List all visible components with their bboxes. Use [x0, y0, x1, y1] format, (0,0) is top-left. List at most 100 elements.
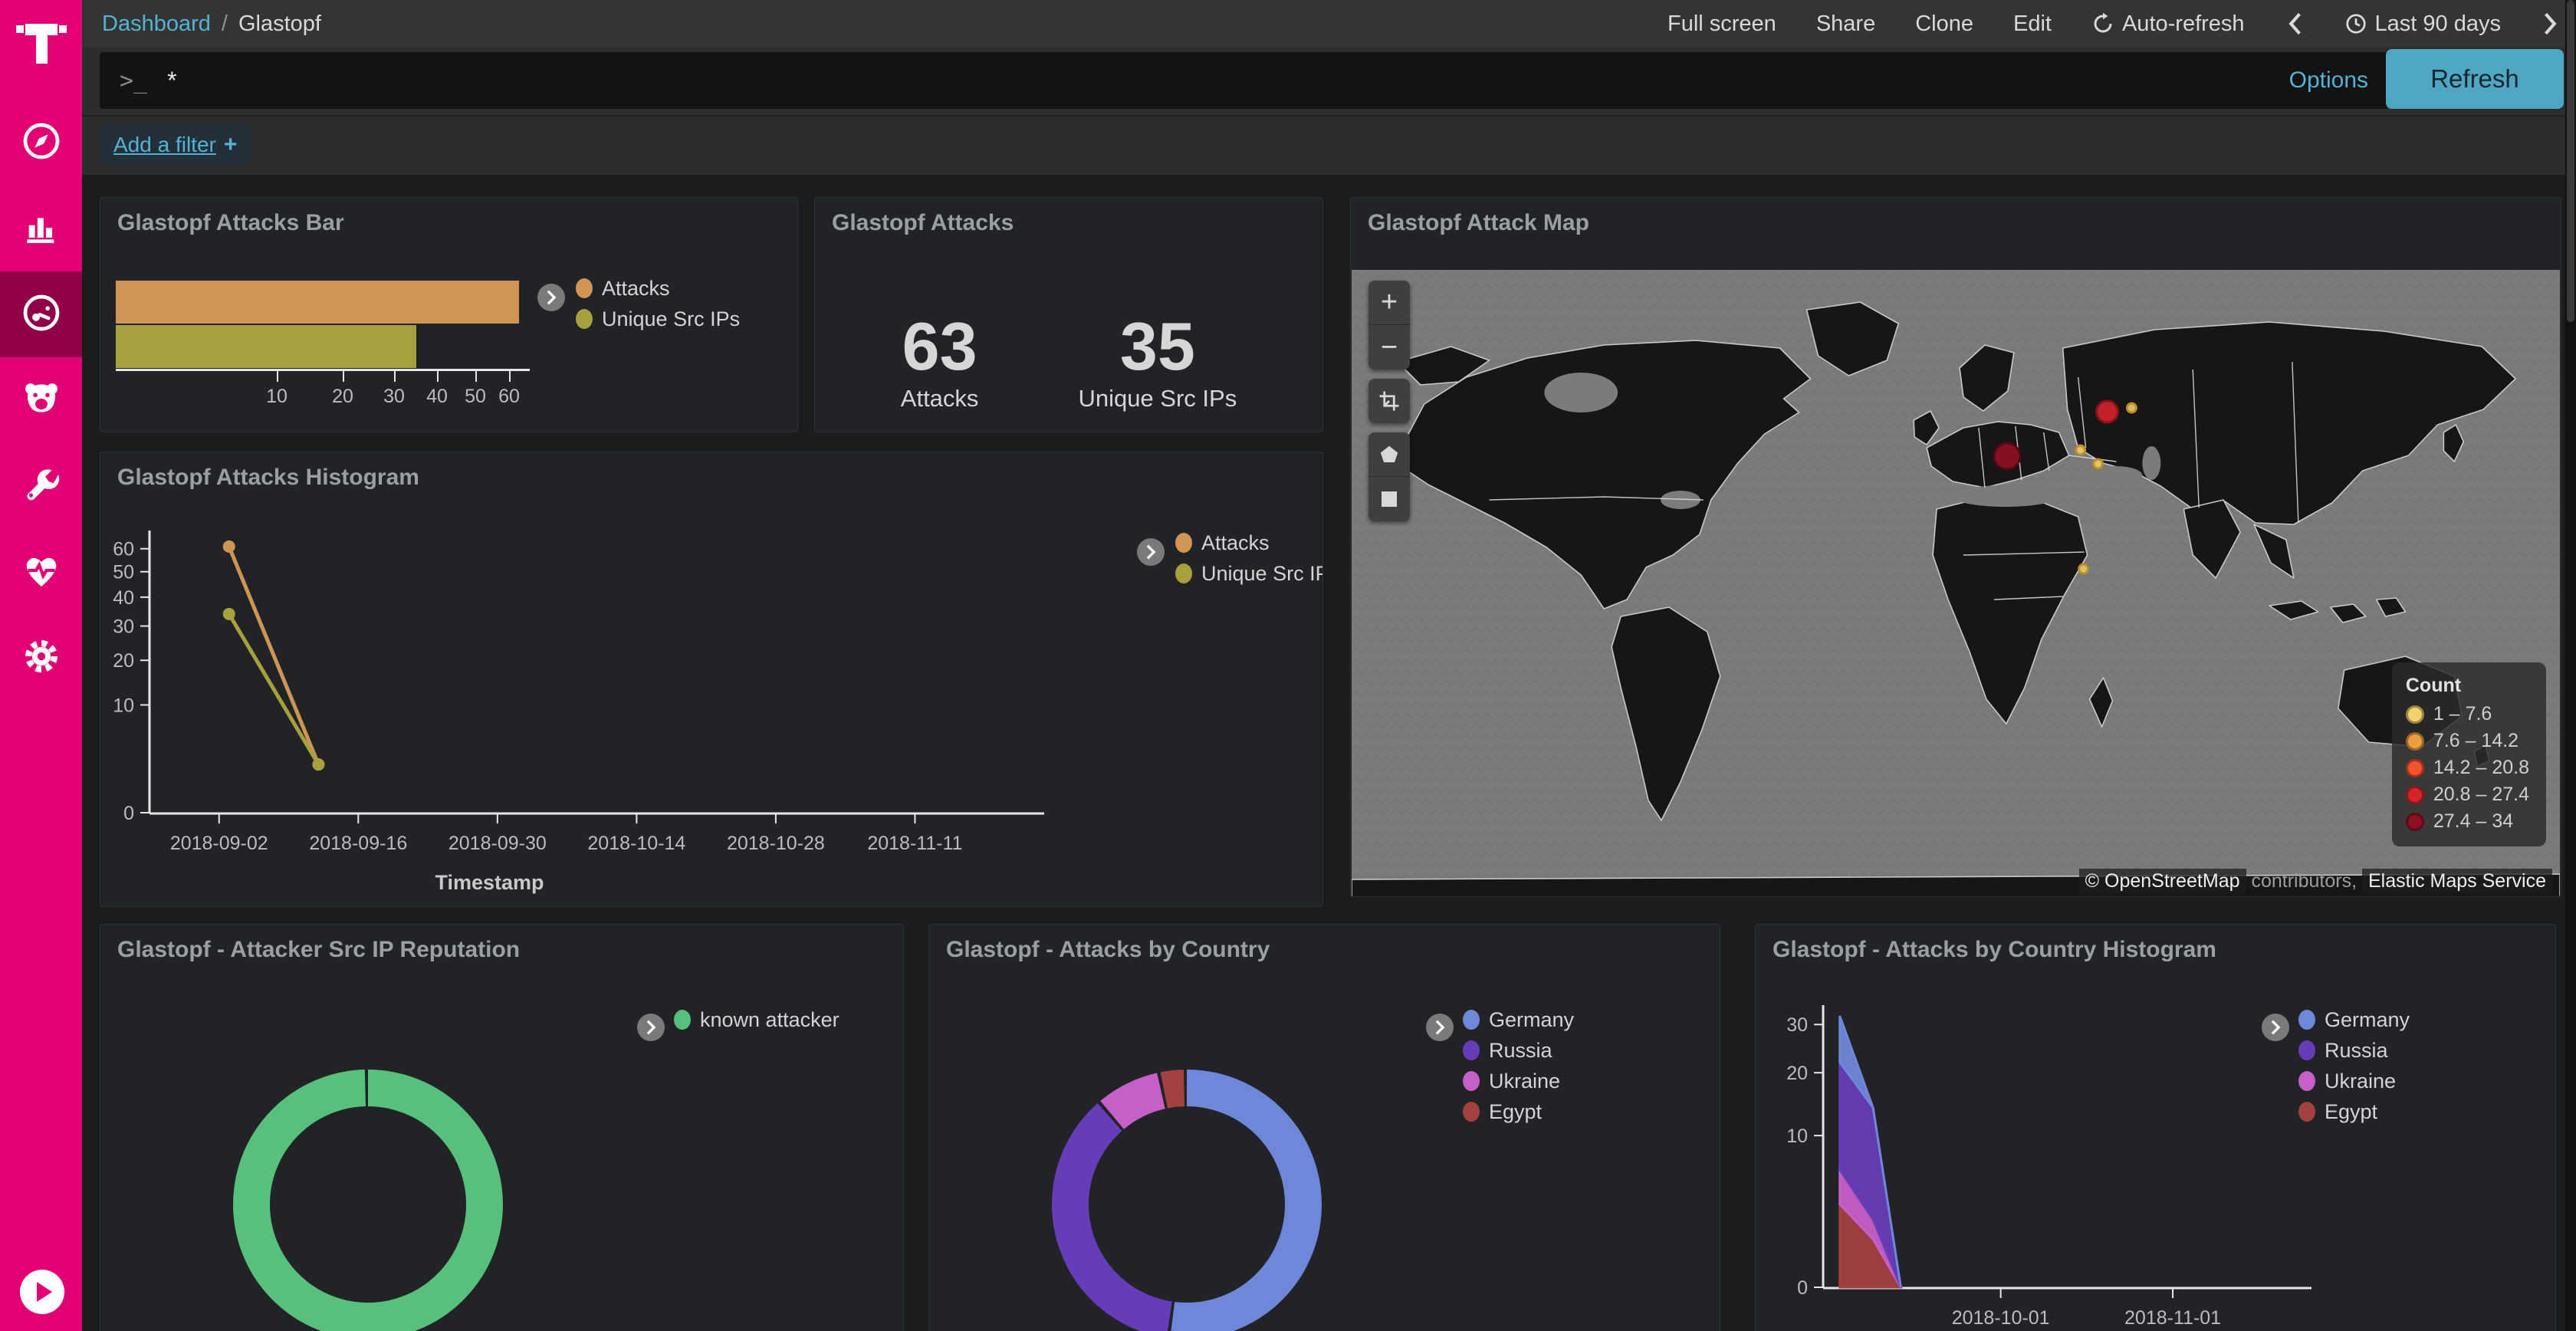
legend-label: Unique Src IPs [1201, 562, 1323, 586]
wrench-icon [20, 463, 63, 510]
legend-item[interactable]: Germany [2298, 1009, 2410, 1030]
map-attribution: © OpenStreetMap contributors, Elastic Ma… [2079, 870, 2552, 892]
x-tick-label: 60 [498, 386, 520, 408]
ems-link[interactable]: Elastic Maps Service [2362, 869, 2552, 893]
scrollbar[interactable] [2565, 0, 2576, 1331]
add-filter-button[interactable]: Add a filter + [100, 126, 251, 164]
bar-attacks[interactable] [116, 281, 519, 324]
legend-toggle-button[interactable] [1426, 1014, 1454, 1041]
edit-button[interactable]: Edit [2013, 12, 2052, 37]
legend-item[interactable]: Unique Src IPs [1175, 563, 1323, 584]
attack-point[interactable] [1994, 443, 2020, 469]
legend-item[interactable]: Egypt [2298, 1101, 2410, 1122]
panel-attacks-by-country: Glastopf - Attacks by Country GermanyRus… [928, 924, 1720, 1331]
attack-point[interactable] [2076, 445, 2085, 455]
line-chart[interactable]: 01020304050602018-09-022018-09-162018-09… [100, 452, 1322, 906]
sidebar-item-management[interactable] [0, 615, 82, 701]
refresh-button[interactable]: Refresh [2386, 49, 2564, 109]
map-zoom-out-button[interactable]: − [1368, 325, 1410, 370]
panel-title: Glastopf - Attacks by Country Histogram [1773, 937, 2216, 963]
legend-item[interactable]: Attacks [1175, 532, 1323, 554]
legend-item[interactable]: Russia [1463, 1040, 1574, 1061]
attack-point[interactable] [2127, 403, 2136, 412]
svg-text:10: 10 [113, 695, 134, 716]
gear-icon [20, 635, 63, 682]
map-polygon-filter-button[interactable] [1368, 432, 1410, 477]
map-legend-dot [2406, 813, 2424, 831]
map-legend-label: 20.8 – 27.4 [2433, 784, 2529, 806]
legend-toggle-button[interactable] [537, 284, 565, 311]
legend-color-dot [674, 1010, 691, 1030]
attack-point[interactable] [2094, 459, 2103, 468]
world-map[interactable]: + − Count [1352, 270, 2560, 897]
sidebar-item-dashboard[interactable] [0, 271, 82, 357]
legend-label: Egypt [1489, 1100, 1542, 1124]
sidebar-item-devtools[interactable] [0, 443, 82, 529]
auto-refresh-button[interactable]: Auto-refresh [2091, 12, 2245, 37]
x-tick-label: 20 [332, 386, 353, 408]
donut-chart[interactable] [100, 925, 903, 1331]
legend-item[interactable]: Russia [2298, 1040, 2410, 1061]
share-button[interactable]: Share [1816, 12, 1875, 37]
sidebar-item-tpot[interactable] [0, 357, 82, 443]
legend-label: Germany [2325, 1008, 2410, 1032]
legend-toggle-button[interactable] [637, 1014, 665, 1041]
x-tick-label: 30 [383, 386, 405, 408]
legend: Attacks Unique Src IPs [576, 278, 740, 330]
map-rect-filter-button[interactable] [1368, 477, 1410, 521]
legend-item[interactable]: Germany [1463, 1009, 1574, 1030]
sidebar-item-visualize[interactable] [0, 186, 82, 271]
legend-color-dot [1175, 564, 1192, 583]
attack-point[interactable] [2079, 564, 2088, 573]
query-options-link[interactable]: Options [2289, 67, 2368, 94]
legend-label: Egypt [2325, 1100, 2377, 1124]
stacked-area-chart[interactable]: 01020302018-10-012018-11-01Timestamp [1756, 925, 2555, 1331]
legend-item[interactable]: Ukraine [2298, 1070, 2410, 1092]
donut-slice-known-attacker[interactable] [251, 1088, 485, 1321]
svg-text:2018-10-14: 2018-10-14 [587, 833, 685, 854]
legend-item[interactable]: known attacker [674, 1009, 840, 1030]
legend-color-dot [1463, 1071, 1480, 1091]
brand-logo[interactable] [0, 0, 82, 100]
breadcrumb-dashboard-link[interactable]: Dashboard [102, 12, 211, 37]
map-count-legend: Count 1 – 7.67.6 – 14.214.2 – 20.820.8 –… [2392, 662, 2546, 846]
legend-color-dot [1175, 533, 1192, 553]
svg-text:30: 30 [1786, 1014, 1808, 1036]
svg-text:2018-11-01: 2018-11-01 [2124, 1307, 2221, 1329]
legend-item[interactable]: Unique Src IPs [576, 308, 740, 330]
legend-item[interactable]: Ukraine [1463, 1070, 1574, 1092]
legend-toggle-button[interactable] [1137, 538, 1165, 566]
bar-chart-icon [20, 205, 63, 252]
time-back-button[interactable] [2285, 12, 2305, 36]
donut-chart[interactable] [929, 925, 1720, 1331]
refresh-arrow-icon [2091, 12, 2114, 35]
full-screen-button[interactable]: Full screen [1668, 12, 1776, 37]
legend-item[interactable]: Egypt [1463, 1101, 1574, 1122]
attack-point[interactable] [2097, 401, 2118, 422]
svg-text:2018-09-30: 2018-09-30 [449, 833, 547, 854]
hbar-chart[interactable]: 102030405060 [116, 281, 519, 370]
legend-label: Unique Src IPs [602, 307, 740, 331]
legend-color-dot [2298, 1010, 2315, 1030]
map-fit-bounds-button[interactable] [1368, 379, 1410, 423]
legend-color-dot [2298, 1071, 2315, 1091]
clone-button[interactable]: Clone [1915, 12, 1973, 37]
legend-color-dot [2298, 1102, 2315, 1122]
osm-link[interactable]: © OpenStreetMap [2079, 869, 2246, 893]
legend-item[interactable]: Attacks [576, 278, 740, 299]
panel-attacks-bar: Glastopf Attacks Bar 102030405060 Attack… [100, 197, 798, 432]
query-bar[interactable]: >_ * Options [100, 52, 2388, 109]
search-band: >_ * Options Refresh Add a filter + [82, 48, 2576, 175]
sidebar-item-monitoring[interactable] [0, 529, 82, 615]
panel-title: Glastopf Attacks [832, 210, 1014, 236]
query-input[interactable]: * [167, 67, 2288, 95]
sidebar-item-discover[interactable] [0, 100, 82, 186]
map-legend-item: 14.2 – 20.8 [2406, 757, 2529, 779]
time-range-picker[interactable]: Last 90 days [2344, 12, 2501, 37]
bar-unique-src-ips[interactable] [116, 325, 416, 368]
legend-toggle-button[interactable] [2262, 1014, 2289, 1041]
legend-color-dot [1463, 1010, 1480, 1030]
map-zoom-in-button[interactable]: + [1368, 281, 1410, 325]
time-forward-button[interactable] [2541, 12, 2561, 36]
collapse-nav-button[interactable] [20, 1270, 64, 1314]
